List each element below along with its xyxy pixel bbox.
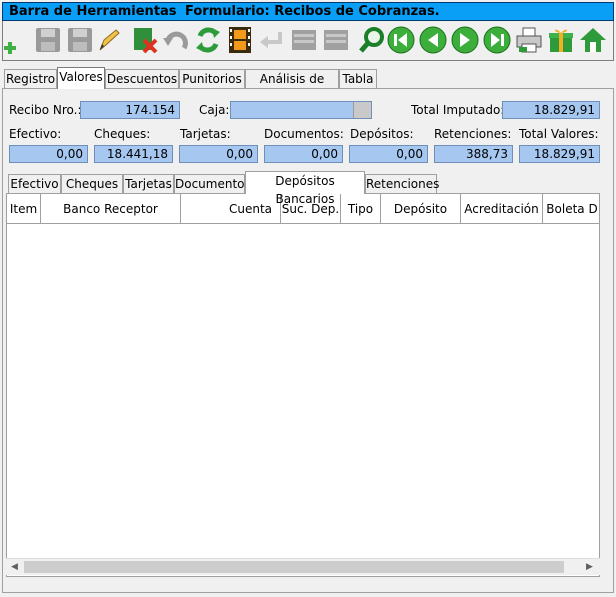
form-title: Formulario: Recibos de Cobranzas. bbox=[185, 4, 440, 19]
subtab-efectivo[interactable]: Efectivo bbox=[8, 174, 61, 193]
scrollbar-thumb[interactable] bbox=[24, 561, 564, 573]
save-icon[interactable] bbox=[33, 25, 63, 55]
col-banco-receptor[interactable]: Banco Receptor bbox=[41, 194, 181, 224]
total-imputado-label: Total Imputado: bbox=[411, 103, 505, 117]
caja-dropdown-button[interactable] bbox=[353, 102, 371, 118]
print-icon[interactable] bbox=[514, 25, 544, 55]
save-disabled-icon[interactable] bbox=[65, 25, 95, 55]
documentos-field[interactable]: 0,00 bbox=[264, 145, 343, 163]
next-icon[interactable] bbox=[450, 25, 480, 55]
documentos-label: Documentos: bbox=[264, 127, 344, 141]
depositos-grid[interactable]: Item Banco Receptor Cuenta Suc. Dep. Tip… bbox=[6, 193, 600, 577]
gift-icon[interactable] bbox=[546, 25, 576, 55]
caja-label: Caja: bbox=[199, 103, 230, 117]
efectivo-field[interactable]: 0,00 bbox=[9, 145, 88, 163]
refresh-icon[interactable] bbox=[193, 25, 223, 55]
toolbar-title-bar: Barra de Herramientas Formulario: Recibo… bbox=[2, 2, 614, 21]
recibo-field[interactable]: 174.154 bbox=[80, 101, 180, 119]
tab-analisis-de-pago[interactable]: Análisis de Pago bbox=[245, 69, 339, 104]
subtab-depositos-bancarios[interactable]: Depósitos Bancarios bbox=[245, 171, 365, 206]
delete-icon[interactable] bbox=[129, 25, 159, 55]
edit-icon[interactable] bbox=[93, 25, 123, 55]
tarjetas-label: Tarjetas: bbox=[180, 127, 231, 141]
efectivo-label: Efectivo: bbox=[9, 127, 62, 141]
subtab-documentos[interactable]: Documentos bbox=[174, 174, 251, 193]
tab-tabla[interactable]: Tabla bbox=[339, 69, 377, 88]
subtab-retenciones[interactable]: Retenciones bbox=[365, 174, 439, 193]
search-icon[interactable] bbox=[357, 25, 387, 55]
cheques-label: Cheques: bbox=[94, 127, 151, 141]
subtab-cheques[interactable]: Cheques bbox=[61, 174, 123, 193]
list-icon[interactable] bbox=[289, 25, 319, 55]
tarjetas-field[interactable]: 0,00 bbox=[179, 145, 258, 163]
home-icon[interactable] bbox=[578, 25, 608, 55]
total-valores-field[interactable]: 18.829,91 bbox=[519, 145, 600, 163]
film-icon[interactable] bbox=[225, 25, 255, 55]
prev-icon[interactable] bbox=[418, 25, 448, 55]
total-imputado-field[interactable]: 18.829,91 bbox=[502, 101, 600, 119]
col-tipo[interactable]: Tipo bbox=[341, 194, 381, 224]
subtab-tarjetas[interactable]: Tarjetas bbox=[123, 174, 174, 193]
undo-icon[interactable] bbox=[161, 25, 191, 55]
col-cuenta[interactable]: Cuenta bbox=[181, 194, 281, 224]
col-acreditacion[interactable]: Acreditación bbox=[461, 194, 543, 224]
recibo-label: Recibo Nro.: bbox=[9, 103, 82, 117]
first-icon[interactable] bbox=[386, 25, 416, 55]
col-item[interactable]: Item bbox=[7, 194, 41, 224]
scroll-right-icon[interactable]: ▶ bbox=[586, 562, 593, 572]
depositos-field[interactable]: 0,00 bbox=[349, 145, 428, 163]
list2-icon[interactable] bbox=[321, 25, 351, 55]
tab-descuentos[interactable]: Descuentos bbox=[105, 69, 179, 88]
toolbar-title: Barra de Herramientas bbox=[9, 4, 177, 19]
add-icon[interactable] bbox=[1, 25, 31, 55]
scroll-left-icon[interactable]: ◀ bbox=[11, 562, 18, 572]
toolbar bbox=[2, 21, 614, 61]
tab-registro[interactable]: Registro bbox=[4, 69, 57, 88]
enter-icon[interactable] bbox=[257, 25, 287, 55]
cheques-field[interactable]: 18.441,18 bbox=[94, 145, 173, 163]
retenciones-field[interactable]: 388,73 bbox=[434, 145, 513, 163]
grid-horizontal-scrollbar[interactable]: ◀ ▶ bbox=[6, 558, 600, 575]
col-boleta[interactable]: Boleta D bbox=[543, 194, 599, 224]
col-deposito[interactable]: Depósito bbox=[381, 194, 461, 224]
caja-select[interactable] bbox=[230, 101, 372, 119]
retenciones-label: Retenciones: bbox=[434, 127, 512, 141]
tab-punitorios[interactable]: Punitorios bbox=[179, 69, 245, 88]
last-icon[interactable] bbox=[482, 25, 512, 55]
total-valores-label: Total Valores: bbox=[519, 127, 599, 141]
depositos-label: Depósitos: bbox=[350, 127, 414, 141]
tab-valores[interactable]: Valores bbox=[57, 67, 105, 89]
